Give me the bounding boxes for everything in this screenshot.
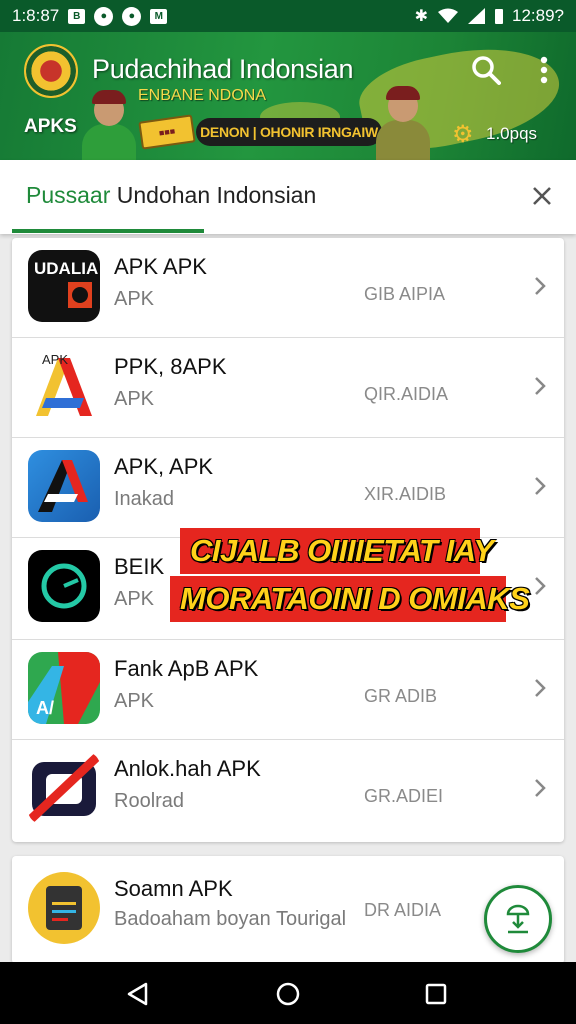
chat-notification-icon: ●: [122, 6, 142, 26]
list-item[interactable]: APK PPK, 8APK APK QIR.AIDIA: [12, 338, 564, 438]
app-notification-icon: ●: [94, 6, 114, 26]
bluetooth-icon: ✱: [414, 8, 428, 25]
colorful-a-app-icon: APK: [28, 350, 100, 422]
chevron-right-icon: [528, 368, 552, 404]
tab-label-rest: Undohan Indonsian: [116, 182, 317, 208]
header-title: Pudachihad Indonsian: [92, 54, 354, 84]
tab-bar: Pussaar Undohan Indonsian: [0, 160, 576, 234]
app-subtitle: APK: [114, 690, 155, 712]
system-nav-bar: [0, 962, 576, 1024]
mail-icon: M: [150, 8, 168, 24]
svg-text:APK: APK: [42, 352, 68, 367]
person-illustration-left: [82, 90, 136, 160]
more-options-button[interactable]: [524, 50, 564, 90]
tab-active[interactable]: Pussaar Undohan Indonsian: [26, 182, 316, 209]
blue-a-app-icon: [28, 450, 100, 522]
promo-text: DENON | OHONIR IRNGAIW: [200, 124, 378, 140]
app-name: APK APK: [114, 254, 207, 279]
back-button[interactable]: [120, 976, 156, 1012]
app-meta: GIB AIPIA: [364, 284, 446, 304]
chevron-right-icon: [528, 468, 552, 504]
app-name: APK, APK: [114, 454, 214, 479]
tab-label-accent: Pussaar: [26, 182, 111, 208]
gear-icon: ⚙: [452, 121, 474, 148]
download-fab[interactable]: [484, 885, 552, 953]
app-meta: GR.ADIEI: [364, 786, 444, 806]
search-button[interactable]: [466, 50, 506, 90]
home-button[interactable]: [270, 976, 306, 1012]
yellow-circle-app-icon: [28, 872, 100, 944]
close-button[interactable]: [524, 178, 560, 214]
app-name: Anlok.hah APK: [114, 756, 261, 781]
status-right: ✱ 12:89?: [415, 6, 564, 26]
featured-app-meta: DR AIDIA: [364, 900, 442, 920]
status-clock: 12:89?: [512, 6, 564, 25]
promo-pill[interactable]: DENON | OHONIR IRNGAIW: [196, 118, 382, 146]
app-name: BEIK: [114, 554, 165, 579]
battery-icon: [495, 8, 503, 24]
list-item[interactable]: APK, APK Inakad XIR.AIDIB: [12, 438, 564, 538]
home-icon: [276, 982, 300, 1006]
download-icon: [506, 904, 530, 934]
svg-text:A/: A/: [36, 698, 54, 718]
dark-square-app-icon: UDALIA: [28, 250, 100, 322]
notification-icon: B: [68, 8, 86, 24]
more-vert-icon: [540, 56, 548, 84]
list-item[interactable]: A/ Fank ApB APK APK GR ADIB: [12, 640, 564, 740]
wifi-icon: [438, 8, 458, 23]
emblem-logo: [24, 44, 78, 98]
status-bar: 1:8:87 B ● ● M ✱ 12:89?: [0, 0, 576, 32]
app-subtitle: Roolrad: [114, 790, 185, 812]
header-badge: APKS: [24, 116, 77, 137]
header-subtitle: ENBANE NDONA: [138, 87, 267, 104]
app-subtitle: APK: [114, 388, 155, 410]
list-item[interactable]: UDALIA APK APK APK GIB AIPIA: [12, 238, 564, 338]
list-item[interactable]: Anlok.hah APK Roolrad GR.ADIEI: [12, 740, 564, 840]
person-illustration-right: [376, 86, 430, 160]
black-circle-app-icon: [28, 550, 100, 622]
featured-app-name: Soamn APK: [114, 876, 233, 901]
featured-app-card[interactable]: Soamn APK Badoaham boyan Tourigal DR AID…: [12, 856, 564, 964]
search-icon: [472, 56, 501, 85]
featured-app-subtitle: Badoaham boyan Tourigal: [114, 908, 347, 930]
svg-text:UDALIA: UDALIA: [34, 259, 98, 278]
app-name: PPK, 8APK: [114, 354, 227, 379]
recents-button[interactable]: [418, 976, 454, 1012]
app-meta: QIR.AIDIA: [364, 384, 449, 404]
chevron-right-icon: [528, 568, 552, 604]
promo-count: 1.0pqs: [486, 124, 538, 143]
status-time: 1:8:87: [12, 6, 60, 25]
close-icon: [533, 187, 551, 205]
app-name: Fank ApB APK: [114, 656, 259, 681]
chevron-right-icon: [528, 268, 552, 304]
header-banner: Pudachihad Indonsian ENBANE NDONA APKS ■…: [0, 32, 576, 160]
app-meta: XIR.AIDIB: [364, 484, 447, 504]
recents-icon: [425, 983, 447, 1005]
app-subtitle: APK: [114, 588, 155, 610]
app-subtitle: APK: [114, 288, 155, 310]
app-subtitle: Inakad: [114, 488, 175, 510]
blocked-app-icon: [28, 752, 100, 824]
promo-overlay-line-1[interactable]: CIJALB OIIIIETAT IAY: [180, 528, 494, 574]
chevron-right-icon: [528, 670, 552, 706]
back-icon: [127, 982, 148, 1006]
promo-overlay-line-2[interactable]: MORATAOINI D OMIAKS: [170, 576, 530, 622]
tab-indicator: [12, 229, 204, 233]
green-red-app-icon: A/: [28, 652, 100, 724]
app-meta: GR ADIB: [364, 686, 438, 706]
chevron-right-icon: [528, 770, 552, 806]
ticket-graphic: ■■■: [138, 114, 196, 150]
signal-icon: [468, 8, 485, 24]
status-left: 1:8:87 B ● ● M: [12, 6, 168, 26]
